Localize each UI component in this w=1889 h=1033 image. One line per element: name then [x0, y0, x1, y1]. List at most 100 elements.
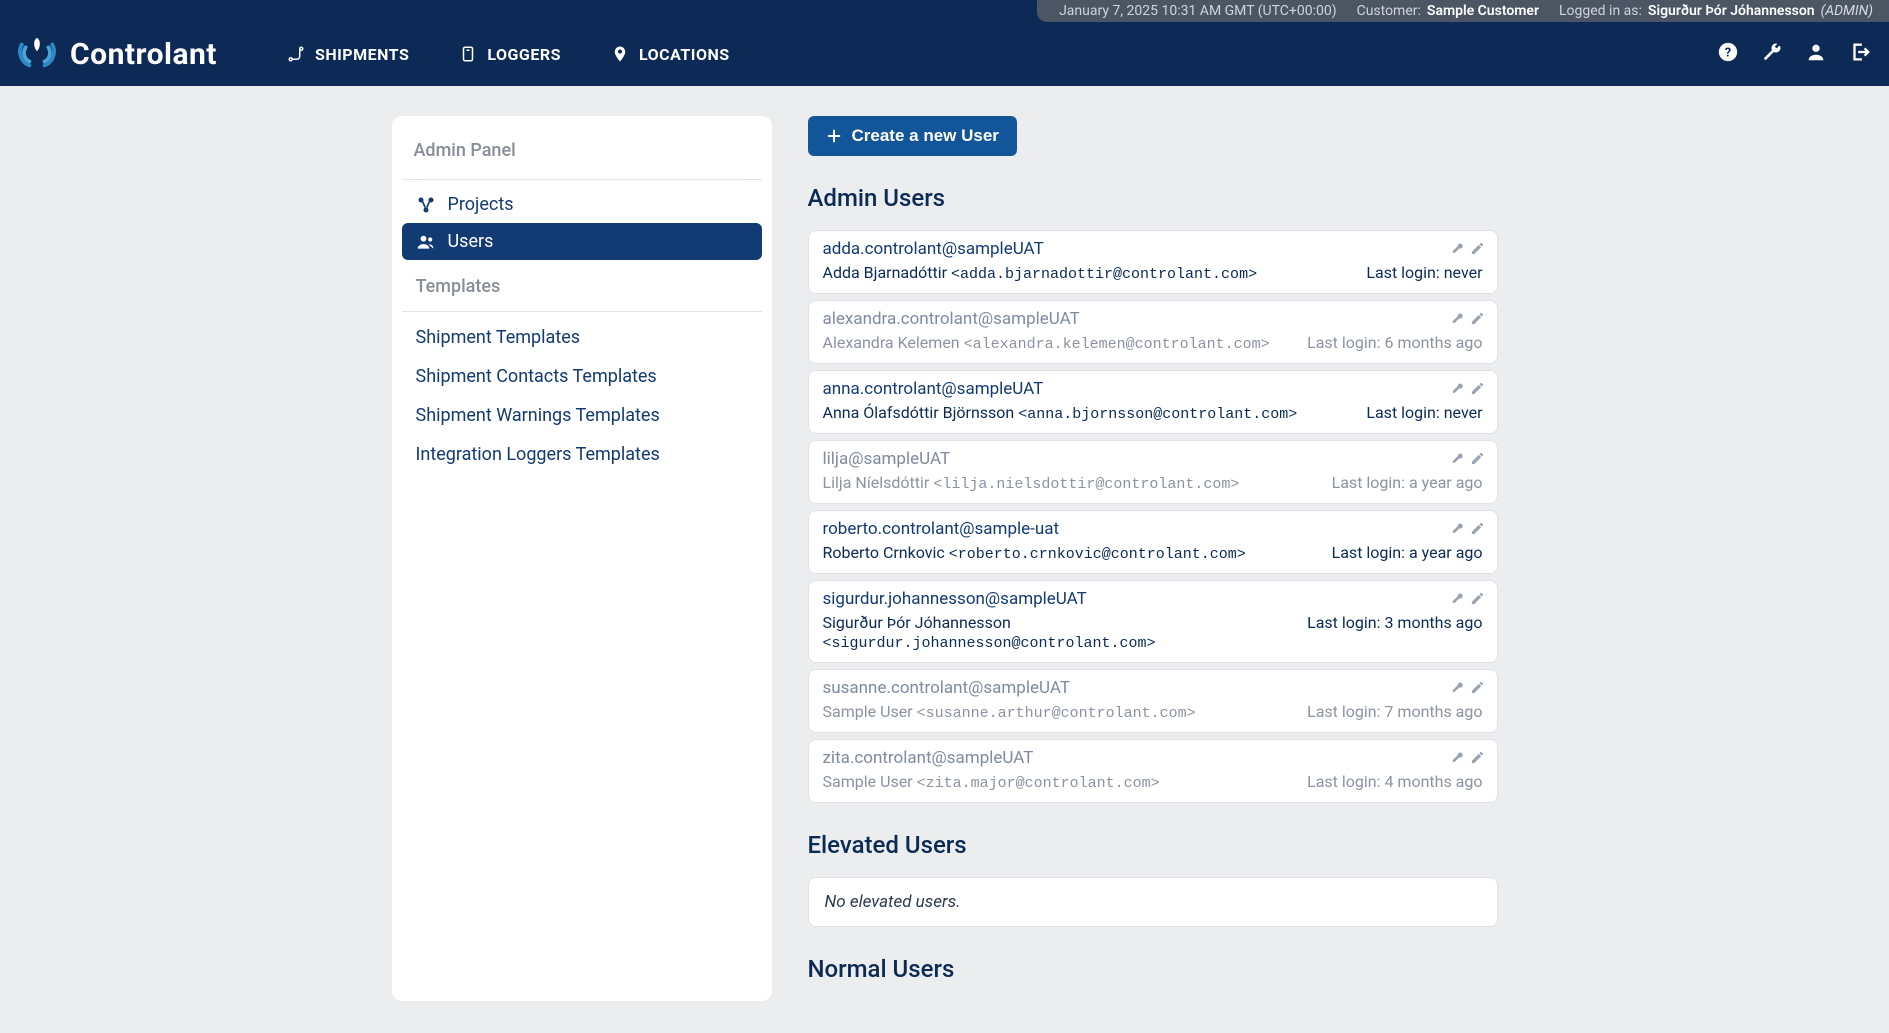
sidebar-item-integration-loggers[interactable]: Integration Loggers Templates	[402, 435, 762, 474]
reset-key-button[interactable]	[1449, 241, 1464, 260]
user-fullname: Sample User <susanne.arthur@controlant.c…	[823, 702, 1196, 722]
elevated-users-heading: Elevated Users	[808, 831, 1498, 859]
user-card[interactable]: roberto.controlant@sample-uatRoberto Crn…	[808, 510, 1498, 574]
user-name-text: Roberto Crnkovic	[823, 543, 945, 562]
user-row-detail: Roberto Crnkovic <roberto.crnkovic@contr…	[823, 543, 1483, 563]
nav-locations[interactable]: LOCATIONS	[611, 45, 730, 64]
edit-user-button[interactable]	[1470, 381, 1485, 400]
user-card[interactable]: alexandra.controlant@sampleUATAlexandra …	[808, 300, 1498, 364]
brand[interactable]: Controlant	[18, 35, 217, 73]
last-login-prefix: Last login:	[1307, 333, 1384, 352]
reset-key-button[interactable]	[1449, 750, 1464, 769]
sidebar-title: Admin Panel	[402, 134, 762, 175]
sidebar: Admin Panel Projects Users Templates Shi…	[392, 116, 772, 1001]
reset-key-button[interactable]	[1449, 451, 1464, 470]
user-fullname: Anna Ólafsdóttir Björnsson <anna.bjornss…	[823, 403, 1298, 423]
reset-key-button[interactable]	[1449, 381, 1464, 400]
projects-icon	[416, 195, 436, 215]
last-login-value: 3 months ago	[1384, 613, 1482, 632]
user-email: <zita.major@controlant.com>	[917, 775, 1160, 792]
create-user-button[interactable]: Create a new User	[808, 116, 1017, 156]
normal-users-heading: Normal Users	[808, 955, 1498, 983]
last-login-prefix: Last login:	[1366, 403, 1443, 422]
user-card[interactable]: susanne.controlant@sampleUAT Sample User …	[808, 669, 1498, 733]
last-login-value: never	[1444, 403, 1483, 422]
sidebar-item-users[interactable]: Users	[402, 223, 762, 260]
last-login-value: never	[1444, 263, 1483, 282]
key-icon	[1449, 241, 1464, 256]
edit-user-button[interactable]	[1470, 241, 1485, 260]
user-name-text: Sample User	[823, 772, 913, 791]
key-icon	[1449, 381, 1464, 396]
user-card-actions	[1449, 750, 1485, 769]
logged-label: Logged in as:	[1559, 3, 1642, 19]
key-icon	[1449, 521, 1464, 536]
logout-button[interactable]	[1849, 41, 1871, 67]
reset-key-button[interactable]	[1449, 521, 1464, 540]
key-icon	[1449, 750, 1464, 765]
last-login-prefix: Last login:	[1307, 772, 1384, 791]
key-icon	[1449, 311, 1464, 326]
sidebar-item-label: Projects	[448, 194, 514, 215]
help-button[interactable]: ?	[1717, 41, 1739, 67]
user-card[interactable]: adda.controlant@sampleUATAdda Bjarnadótt…	[808, 230, 1498, 294]
tools-button[interactable]	[1761, 41, 1783, 67]
edit-user-button[interactable]	[1470, 311, 1485, 330]
user-email: <adda.bjarnadottir@controlant.com>	[951, 266, 1257, 283]
reset-key-button[interactable]	[1449, 591, 1464, 610]
create-user-label: Create a new User	[852, 126, 999, 146]
edit-user-button[interactable]	[1470, 451, 1485, 470]
edit-user-button[interactable]	[1470, 750, 1485, 769]
user-fullname: Alexandra Kelemen <alexandra.kelemen@con…	[823, 333, 1270, 353]
user-login: zita.controlant@sampleUAT	[823, 748, 1483, 768]
user-card[interactable]: zita.controlant@sampleUAT Sample User <zi…	[808, 739, 1498, 803]
sidebar-item-projects[interactable]: Projects	[402, 186, 762, 223]
user-row-detail: Sample User <susanne.arthur@controlant.c…	[823, 702, 1483, 722]
svg-text:?: ?	[1725, 46, 1731, 61]
divider	[402, 179, 762, 180]
profile-button[interactable]	[1805, 41, 1827, 67]
edit-user-button[interactable]	[1470, 591, 1485, 610]
nav-loggers[interactable]: LOGGERS	[459, 45, 561, 64]
key-icon	[1449, 451, 1464, 466]
user-name-text: Sample User	[823, 702, 913, 721]
reset-key-button[interactable]	[1449, 311, 1464, 330]
user-fullname: Sample User <zita.major@controlant.com>	[823, 772, 1160, 792]
sidebar-item-shipment-warnings[interactable]: Shipment Warnings Templates	[402, 396, 762, 435]
user-last-login: Last login: 3 months ago	[1307, 613, 1482, 652]
last-login-prefix: Last login:	[1307, 613, 1384, 632]
elevated-empty: No elevated users.	[808, 877, 1498, 927]
last-login-value: a year ago	[1409, 473, 1483, 492]
sidebar-item-shipment-contacts[interactable]: Shipment Contacts Templates	[402, 357, 762, 396]
route-icon	[287, 45, 305, 63]
pencil-icon	[1470, 680, 1485, 695]
user-last-login: Last login: 6 months ago	[1307, 333, 1482, 353]
customer-value: Sample Customer	[1427, 3, 1539, 19]
user-email: <alexandra.kelemen@controlant.com>	[964, 336, 1270, 353]
logout-icon	[1849, 41, 1871, 63]
user-login: susanne.controlant@sampleUAT	[823, 678, 1483, 698]
user-card-actions	[1449, 591, 1485, 610]
edit-user-button[interactable]	[1470, 680, 1485, 699]
sidebar-item-shipment-templates[interactable]: Shipment Templates	[402, 318, 762, 357]
nav-shipments[interactable]: SHIPMENTS	[287, 45, 409, 64]
customer-label: Customer:	[1357, 3, 1421, 19]
pencil-icon	[1470, 591, 1485, 606]
user-email: <roberto.crnkovic@controlant.com>	[949, 546, 1246, 563]
user-card[interactable]: anna.controlant@sampleUATAnna Ólafsdótti…	[808, 370, 1498, 434]
users-icon	[416, 232, 436, 252]
pencil-icon	[1470, 750, 1485, 765]
user-name-text: Sigurður Þór Jóhannesson	[823, 613, 1011, 632]
topbar: January 7, 2025 10:31 AM GMT (UTC+00:00)…	[0, 0, 1889, 86]
edit-user-button[interactable]	[1470, 521, 1485, 540]
location-icon	[611, 45, 629, 63]
user-card[interactable]: sigurdur.johannesson@sampleUATSigurður Þ…	[808, 580, 1498, 663]
user-card-actions	[1449, 451, 1485, 470]
user-card[interactable]: lilja@sampleUATLilja Níelsdóttir <lilja.…	[808, 440, 1498, 504]
user-row-detail: Sample User <zita.major@controlant.com> L…	[823, 772, 1483, 792]
user-row-detail: Anna Ólafsdóttir Björnsson <anna.bjornss…	[823, 403, 1483, 423]
reset-key-button[interactable]	[1449, 680, 1464, 699]
user-row-detail: Alexandra Kelemen <alexandra.kelemen@con…	[823, 333, 1483, 353]
help-icon: ?	[1717, 41, 1739, 63]
navbar: Controlant SHIPMENTS LOGGERS LOCATIONS ?	[0, 22, 1889, 86]
